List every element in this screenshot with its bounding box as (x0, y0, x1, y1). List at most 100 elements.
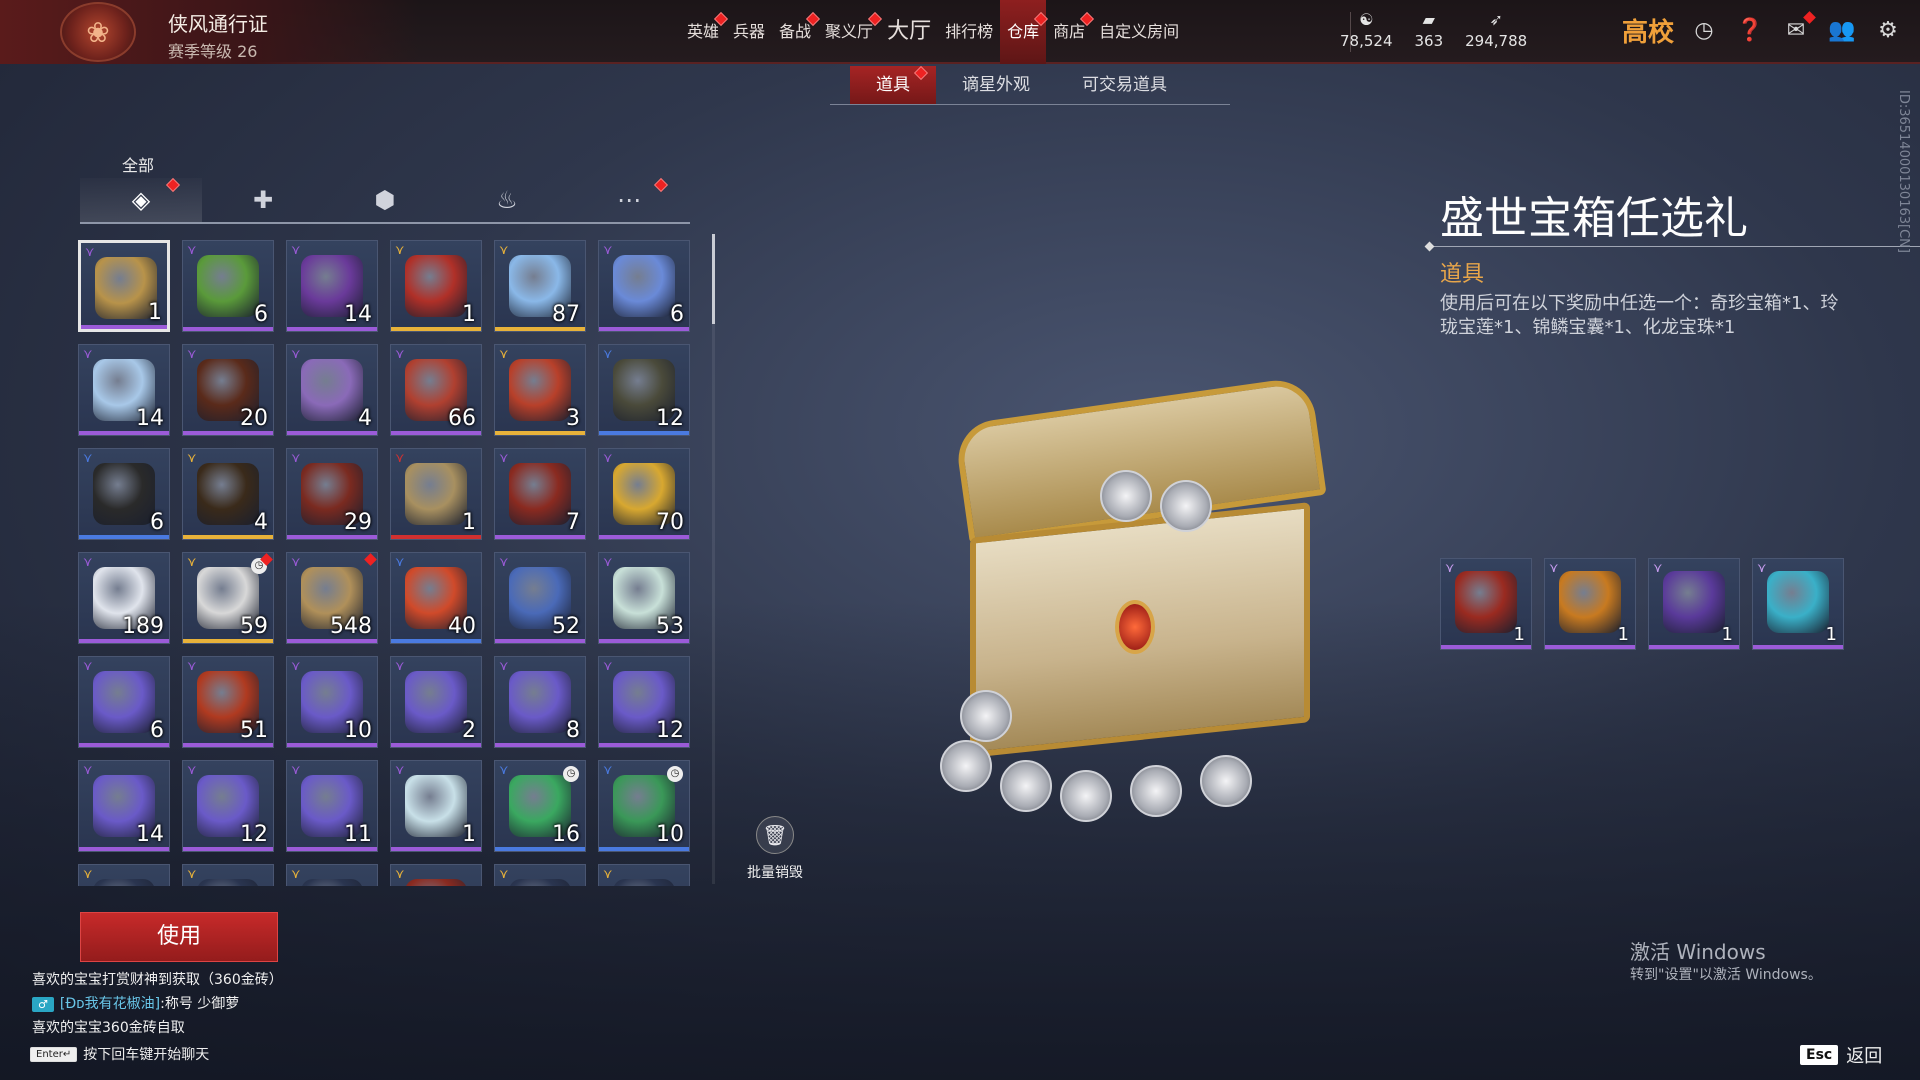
inventory-slot[interactable]: ⋎ 12 (598, 344, 690, 436)
inventory-slot[interactable]: ⋎ 6 (598, 240, 690, 332)
item-count: 6 (150, 718, 164, 743)
inventory-slot[interactable]: ⋎ 2 (390, 656, 482, 748)
coin (1000, 760, 1052, 812)
clock-icon: ◷ (563, 766, 579, 782)
inventory-slot[interactable]: ⋎ 8 (494, 656, 586, 748)
nav-item[interactable]: 备战 (772, 0, 821, 64)
nav-item[interactable]: 自定义房间 (1092, 0, 1186, 64)
currency[interactable]: ▰ 363 (1415, 10, 1444, 50)
inventory-slot[interactable]: ⋎ 51 (182, 656, 274, 748)
nav-item-label: 商店 (1053, 22, 1086, 41)
friends-icon[interactable]: 👥 (1826, 15, 1858, 47)
use-button[interactable]: 使用 (80, 912, 278, 962)
inventory-slot[interactable]: ⋎ 10 (286, 656, 378, 748)
inventory-slot[interactable]: ⋎ 87 (494, 240, 586, 332)
inventory-slot[interactable]: ⋎ 40 (390, 552, 482, 644)
inventory-slot[interactable]: ⋎ ◷ 59 (182, 552, 274, 644)
rarity-icon: ⋎ (1757, 561, 1767, 576)
inventory-slot[interactable]: ⋎ 548 (286, 552, 378, 644)
inventory-slot[interactable]: ⋎ ◷ 10 (598, 760, 690, 852)
inventory-slot[interactable]: ⋎ 1 (390, 760, 482, 852)
inventory-slot[interactable]: ⋎ (390, 864, 482, 886)
reward-option[interactable]: ⋎ 1 (1544, 558, 1636, 650)
inventory-slot[interactable]: ⋎ 14 (78, 344, 170, 436)
quality-bar (599, 327, 689, 331)
rarity-icon: ⋎ (603, 555, 613, 570)
settings-gear-icon[interactable]: ⚙ (1872, 15, 1904, 47)
inventory-slot[interactable]: ⋎ 1 (390, 240, 482, 332)
inventory-scrollbar[interactable] (712, 234, 715, 884)
gold-ingot-icon: ▰ (1422, 10, 1435, 29)
subtab[interactable]: 道具 (850, 65, 936, 104)
rarity-icon: ⋎ (291, 659, 301, 674)
inventory-slot[interactable]: ⋎ (494, 864, 586, 886)
scrollbar-thumb[interactable] (712, 234, 715, 324)
inventory-slot[interactable]: ⋎ 53 (598, 552, 690, 644)
currency[interactable]: ➶ 294,788 (1465, 10, 1527, 50)
notification-dot (165, 177, 181, 193)
mail-icon[interactable]: ✉ (1780, 10, 1816, 47)
lotus-emblem-icon[interactable]: ❀ (60, 2, 136, 62)
inventory-slot[interactable]: ⋎ 14 (286, 240, 378, 332)
item-icon (197, 255, 259, 317)
brand-logo: 高校 (1622, 18, 1675, 48)
currency[interactable]: ☯ 78,524 (1340, 10, 1393, 50)
inventory-slot[interactable]: ⋎ 4 (182, 448, 274, 540)
item-count: 20 (240, 406, 268, 431)
rarity-icon: ⋎ (187, 243, 197, 258)
reward-option[interactable]: ⋎ 1 (1648, 558, 1740, 650)
inventory-slot[interactable]: ⋎ 1 (78, 240, 170, 332)
category-tab[interactable]: ♨ (446, 178, 568, 222)
category-tab[interactable]: ⋯ (568, 177, 690, 222)
chat-player-name[interactable]: [Ðᴅ我有花椒油] (60, 996, 160, 1012)
nav-item[interactable]: 大厅 (880, 0, 938, 64)
subtab[interactable]: 谪星外观 (936, 66, 1056, 104)
inventory-slot[interactable]: ⋎ 14 (78, 760, 170, 852)
inventory-slot[interactable]: ⋎ (286, 864, 378, 886)
reward-option[interactable]: ⋎ 1 (1440, 558, 1532, 650)
item-title: 盛世宝箱任选礼 (1440, 193, 1748, 244)
inventory-slot[interactable]: ⋎ 6 (182, 240, 274, 332)
subtab-label: 可交易道具 (1082, 75, 1167, 95)
chat-hint[interactable]: Enter↵ 按下回车键开始聊天 (30, 1044, 209, 1064)
inventory-slot[interactable]: ⋎ 66 (390, 344, 482, 436)
inventory-slot[interactable]: ⋎ ◷ 16 (494, 760, 586, 852)
nav-item[interactable]: 排行榜 (938, 0, 1000, 64)
inventory-slot[interactable]: ⋎ 70 (598, 448, 690, 540)
inventory-slot[interactable]: ⋎ 12 (598, 656, 690, 748)
batch-destroy-button[interactable]: 🗑 批量销毁 (740, 816, 810, 882)
timer-icon[interactable]: ◷ (1688, 15, 1720, 47)
inventory-slot[interactable]: ⋎ (598, 864, 690, 886)
inventory-slot[interactable]: ⋎ 52 (494, 552, 586, 644)
category-tab[interactable]: ✚ (202, 178, 324, 222)
inventory-slot[interactable]: ⋎ 12 (182, 760, 274, 852)
reward-count: 1 (1617, 624, 1629, 645)
nav-item[interactable]: 兵器 (726, 0, 772, 64)
inventory-slot[interactable]: ⋎ 20 (182, 344, 274, 436)
inventory-slot[interactable]: ⋎ 6 (78, 448, 170, 540)
inventory-slot[interactable]: ⋎ 29 (286, 448, 378, 540)
quality-bar (495, 743, 585, 747)
inventory-slot[interactable]: ⋎ (182, 864, 274, 886)
category-tab[interactable]: ⬢ (324, 178, 446, 222)
inventory-slot[interactable]: ⋎ 6 (78, 656, 170, 748)
nav-item[interactable]: 仓库 (1000, 0, 1049, 64)
inventory-slot[interactable]: ⋎ 11 (286, 760, 378, 852)
quality-bar (599, 847, 689, 851)
inventory-slot[interactable]: ⋎ 7 (494, 448, 586, 540)
subtab[interactable]: 可交易道具 (1056, 66, 1193, 104)
category-tab[interactable]: ◈ (80, 177, 202, 222)
inventory-slot[interactable]: ⋎ 3 (494, 344, 586, 436)
inventory-slot[interactable]: ⋎ 189 (78, 552, 170, 644)
item-count: 189 (122, 614, 164, 639)
nav-item[interactable]: 英雄 (680, 0, 729, 64)
reward-option[interactable]: ⋎ 1 (1752, 558, 1844, 650)
help-icon[interactable]: ❓ (1734, 15, 1766, 47)
nav-item[interactable]: 聚义厅 (818, 0, 883, 64)
inventory-slot[interactable]: ⋎ 1 (390, 448, 482, 540)
inventory-slot[interactable]: ⋎ (78, 864, 170, 886)
nav-item[interactable]: 商店 (1046, 0, 1095, 64)
pass-banner[interactable]: ❀ 侠风通行证 赛季等级 26 (0, 0, 420, 64)
back-button[interactable]: Esc 返回 (1800, 1042, 1882, 1068)
inventory-slot[interactable]: ⋎ 4 (286, 344, 378, 436)
